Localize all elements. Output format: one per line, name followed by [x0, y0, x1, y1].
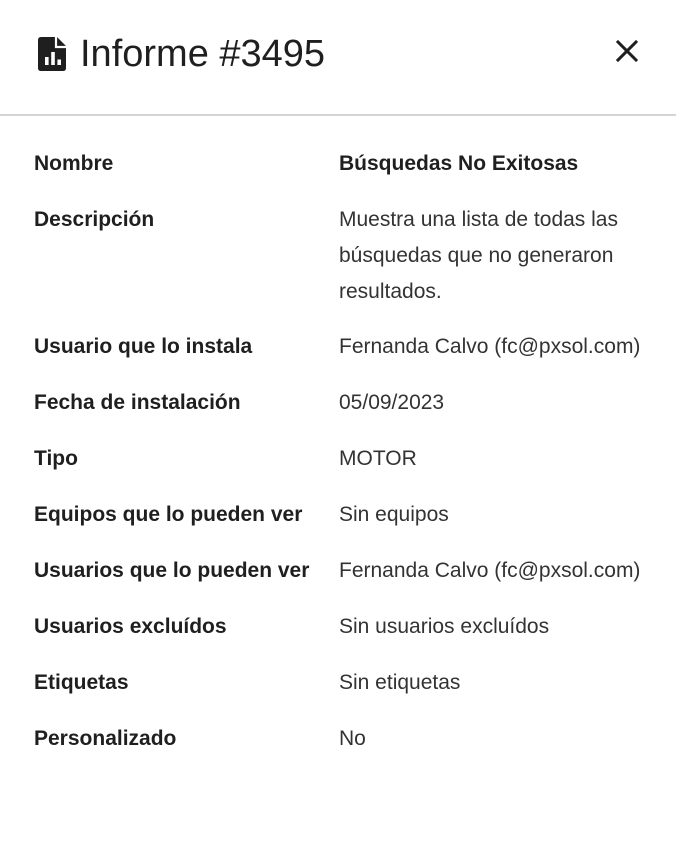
detail-row-tags: Etiquetas Sin etiquetas [34, 664, 654, 702]
detail-value: Fernanda Calvo (fc@pxsol.com) [339, 559, 641, 582]
detail-label: Usuarios excluídos [34, 615, 227, 638]
detail-value: Muestra una lista de todas las búsquedas… [339, 208, 618, 303]
detail-label: Personalizado [34, 727, 177, 750]
detail-row-installer: Usuario que lo instala Fernanda Calvo (f… [34, 328, 654, 366]
detail-value: MOTOR [339, 447, 417, 470]
panel-header: Informe #3495 [0, 0, 676, 116]
detail-value: Sin etiquetas [339, 671, 461, 694]
detail-value: Sin equipos [339, 503, 449, 526]
page-title: Informe #3495 [80, 33, 326, 75]
detail-row-teams: Equipos que lo pueden ver Sin equipos [34, 496, 654, 534]
detail-label: Nombre [34, 152, 114, 175]
detail-row-custom: Personalizado No [34, 720, 654, 758]
detail-row-users: Usuarios que lo pueden ver Fernanda Calv… [34, 552, 654, 590]
detail-label: Usuario que lo instala [34, 335, 253, 358]
detail-value: 05/09/2023 [339, 391, 445, 414]
detail-label: Etiquetas [34, 671, 129, 694]
detail-value: Búsquedas No Exitosas [339, 152, 579, 175]
details-list: Nombre Búsquedas No Exitosas Descripción… [34, 145, 654, 776]
report-file-icon [38, 37, 68, 71]
detail-row-description: Descripción Muestra una lista de todas l… [34, 201, 654, 310]
detail-row-excluded-users: Usuarios excluídos Sin usuarios excluído… [34, 608, 654, 646]
close-icon[interactable] [615, 39, 639, 68]
detail-value: Sin usuarios excluídos [339, 615, 550, 638]
detail-label: Usuarios que lo pueden ver [34, 559, 310, 582]
report-details-panel: Informe #3495 Nombre Búsquedas No Exitos… [0, 0, 676, 858]
detail-label: Equipos que lo pueden ver [34, 503, 303, 526]
detail-row-name: Nombre Búsquedas No Exitosas [34, 145, 654, 183]
detail-label: Fecha de instalación [34, 391, 241, 414]
detail-value: Fernanda Calvo (fc@pxsol.com) [339, 335, 641, 358]
detail-value: No [339, 727, 366, 750]
detail-label: Descripción [34, 208, 155, 231]
detail-label: Tipo [34, 447, 78, 470]
detail-row-type: Tipo MOTOR [34, 440, 654, 478]
close-button[interactable] [608, 34, 646, 72]
detail-row-install-date: Fecha de instalación 05/09/2023 [34, 384, 654, 422]
